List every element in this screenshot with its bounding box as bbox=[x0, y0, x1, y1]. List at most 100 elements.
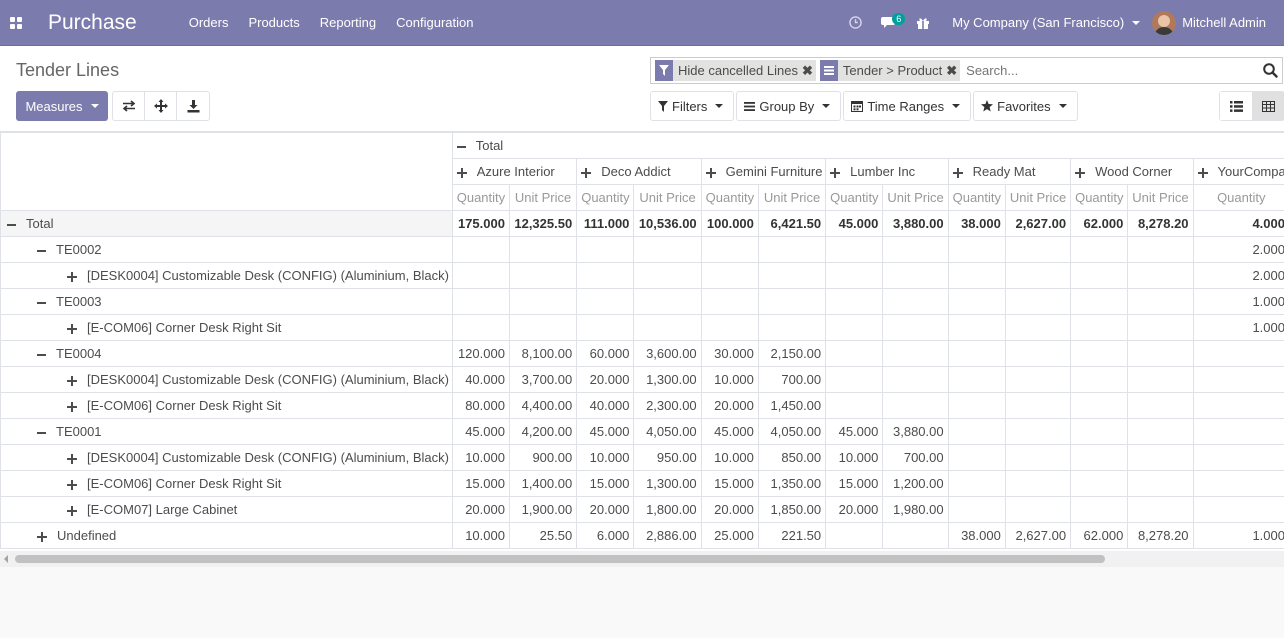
measure-header-unit-price[interactable]: Unit Price bbox=[508, 184, 578, 211]
pivot-cell[interactable]: 3,880.00 bbox=[882, 210, 949, 237]
pivot-cell[interactable]: 40.000 bbox=[576, 392, 635, 419]
pivot-cell[interactable] bbox=[451, 314, 510, 341]
pivot-cell[interactable] bbox=[1004, 496, 1072, 523]
pivot-cell[interactable] bbox=[633, 262, 702, 289]
pivot-cell[interactable] bbox=[1192, 444, 1284, 471]
pivot-cell[interactable]: 2.000 bbox=[1192, 236, 1284, 263]
expand-all-icon[interactable] bbox=[145, 92, 177, 120]
row-header[interactable]: Total bbox=[0, 210, 453, 237]
menu-configuration[interactable]: Configuration bbox=[386, 15, 483, 30]
pivot-cell[interactable] bbox=[882, 522, 949, 549]
search-input[interactable] bbox=[964, 62, 1258, 79]
pivot-cell[interactable] bbox=[451, 236, 510, 263]
pivot-cell[interactable] bbox=[508, 288, 578, 315]
pivot-cell[interactable]: 20.000 bbox=[700, 496, 759, 523]
row-header[interactable]: [DESK0004] Customizable Desk (CONFIG) (A… bbox=[0, 366, 453, 393]
pivot-view-icon[interactable] bbox=[1252, 92, 1284, 120]
pivot-cell[interactable] bbox=[1070, 392, 1129, 419]
pivot-cell[interactable] bbox=[1192, 470, 1284, 497]
pivot-cell[interactable] bbox=[1192, 496, 1284, 523]
pivot-cell[interactable] bbox=[1127, 470, 1194, 497]
filters-button[interactable]: Filters bbox=[650, 91, 735, 121]
measure-header-quantity[interactable]: Quantity bbox=[1192, 184, 1284, 211]
col-header-deco-addict[interactable]: Deco Addict bbox=[576, 158, 702, 185]
pivot-cell[interactable]: 10,536.00 bbox=[633, 210, 702, 237]
pivot-cell[interactable]: 45.000 bbox=[700, 418, 759, 445]
pivot-cell[interactable]: 2,150.00 bbox=[757, 340, 827, 367]
pivot-cell[interactable] bbox=[1192, 392, 1284, 419]
measure-header-unit-price[interactable]: Unit Price bbox=[1004, 184, 1072, 211]
pivot-cell[interactable] bbox=[1127, 392, 1194, 419]
measure-header-quantity[interactable]: Quantity bbox=[576, 184, 635, 211]
pivot-cell[interactable] bbox=[947, 444, 1006, 471]
col-header-ready-mat[interactable]: Ready Mat bbox=[947, 158, 1072, 185]
pivot-cell[interactable]: 700.00 bbox=[757, 366, 827, 393]
pivot-cell[interactable] bbox=[825, 366, 884, 393]
pivot-cell[interactable]: 175.000 bbox=[451, 210, 510, 237]
pivot-cell[interactable] bbox=[825, 314, 884, 341]
pivot-cell[interactable] bbox=[1070, 262, 1129, 289]
measure-header-quantity[interactable]: Quantity bbox=[700, 184, 759, 211]
pivot-cell[interactable] bbox=[700, 288, 759, 315]
pivot-cell[interactable] bbox=[825, 340, 884, 367]
pivot-cell[interactable]: 2,300.00 bbox=[633, 392, 702, 419]
pivot-cell[interactable] bbox=[1070, 418, 1129, 445]
pivot-cell[interactable]: 25.000 bbox=[700, 522, 759, 549]
remove-facet-icon[interactable]: ✖ bbox=[946, 63, 957, 79]
row-header[interactable]: [E-COM07] Large Cabinet bbox=[0, 496, 453, 523]
row-header[interactable]: [DESK0004] Customizable Desk (CONFIG) (A… bbox=[0, 444, 453, 471]
pivot-cell[interactable] bbox=[633, 314, 702, 341]
pivot-cell[interactable] bbox=[1004, 288, 1072, 315]
pivot-cell[interactable] bbox=[1004, 262, 1072, 289]
pivot-cell[interactable] bbox=[576, 314, 635, 341]
pivot-cell[interactable] bbox=[576, 262, 635, 289]
pivot-cell[interactable]: 60.000 bbox=[576, 340, 635, 367]
pivot-cell[interactable]: 15.000 bbox=[576, 470, 635, 497]
pivot-cell[interactable]: 1,900.00 bbox=[508, 496, 578, 523]
pivot-cell[interactable]: 8,100.00 bbox=[508, 340, 578, 367]
pivot-cell[interactable]: 3,880.00 bbox=[882, 418, 949, 445]
pivot-cell[interactable]: 3,600.00 bbox=[633, 340, 702, 367]
pivot-cell[interactable] bbox=[757, 236, 827, 263]
pivot-cell[interactable]: 1.000 bbox=[1192, 288, 1284, 315]
pivot-cell[interactable] bbox=[1070, 496, 1129, 523]
pivot-cell[interactable] bbox=[1127, 418, 1194, 445]
pivot-cell[interactable]: 20.000 bbox=[576, 496, 635, 523]
col-header-wood-corner[interactable]: Wood Corner bbox=[1070, 158, 1194, 185]
pivot-cell[interactable]: 2,627.00 bbox=[1004, 210, 1072, 237]
pivot-cell[interactable]: 950.00 bbox=[633, 444, 702, 471]
time-ranges-button[interactable]: Time Ranges bbox=[843, 91, 972, 121]
pivot-cell[interactable] bbox=[947, 340, 1006, 367]
pivot-cell[interactable]: 45.000 bbox=[451, 418, 510, 445]
pivot-cell[interactable] bbox=[882, 236, 949, 263]
pivot-cell[interactable]: 700.00 bbox=[882, 444, 949, 471]
pivot-cell[interactable] bbox=[882, 288, 949, 315]
apps-menu-icon[interactable] bbox=[0, 0, 32, 46]
scrollbar-thumb[interactable] bbox=[15, 555, 1105, 563]
pivot-cell[interactable]: 8,278.20 bbox=[1127, 522, 1194, 549]
menu-orders[interactable]: Orders bbox=[179, 15, 239, 30]
pivot-cell[interactable] bbox=[947, 262, 1006, 289]
measure-header-unit-price[interactable]: Unit Price bbox=[757, 184, 827, 211]
pivot-cell[interactable]: 20.000 bbox=[576, 366, 635, 393]
pivot-cell[interactable] bbox=[947, 236, 1006, 263]
company-switcher[interactable]: My Company (San Francisco) bbox=[940, 15, 1152, 30]
measure-header-quantity[interactable]: Quantity bbox=[825, 184, 884, 211]
col-header-azure-interior[interactable]: Azure Interior bbox=[451, 158, 578, 185]
list-view-icon[interactable] bbox=[1220, 92, 1252, 120]
col-header-yourcompany[interactable]: YourCompany bbox=[1192, 158, 1284, 185]
measure-header-quantity[interactable]: Quantity bbox=[947, 184, 1006, 211]
pivot-cell[interactable]: 120.000 bbox=[451, 340, 510, 367]
pivot-cell[interactable] bbox=[882, 366, 949, 393]
pivot-cell[interactable] bbox=[1127, 314, 1194, 341]
pivot-cell[interactable]: 10.000 bbox=[825, 444, 884, 471]
pivot-cell[interactable] bbox=[508, 262, 578, 289]
pivot-cell[interactable] bbox=[757, 314, 827, 341]
pivot-cell[interactable] bbox=[1127, 262, 1194, 289]
pivot-cell[interactable] bbox=[947, 470, 1006, 497]
pivot-cell[interactable] bbox=[576, 236, 635, 263]
pivot-cell[interactable] bbox=[825, 522, 884, 549]
row-header[interactable]: [DESK0004] Customizable Desk (CONFIG) (A… bbox=[0, 262, 453, 289]
pivot-cell[interactable]: 6,421.50 bbox=[757, 210, 827, 237]
pivot-cell[interactable] bbox=[1127, 288, 1194, 315]
